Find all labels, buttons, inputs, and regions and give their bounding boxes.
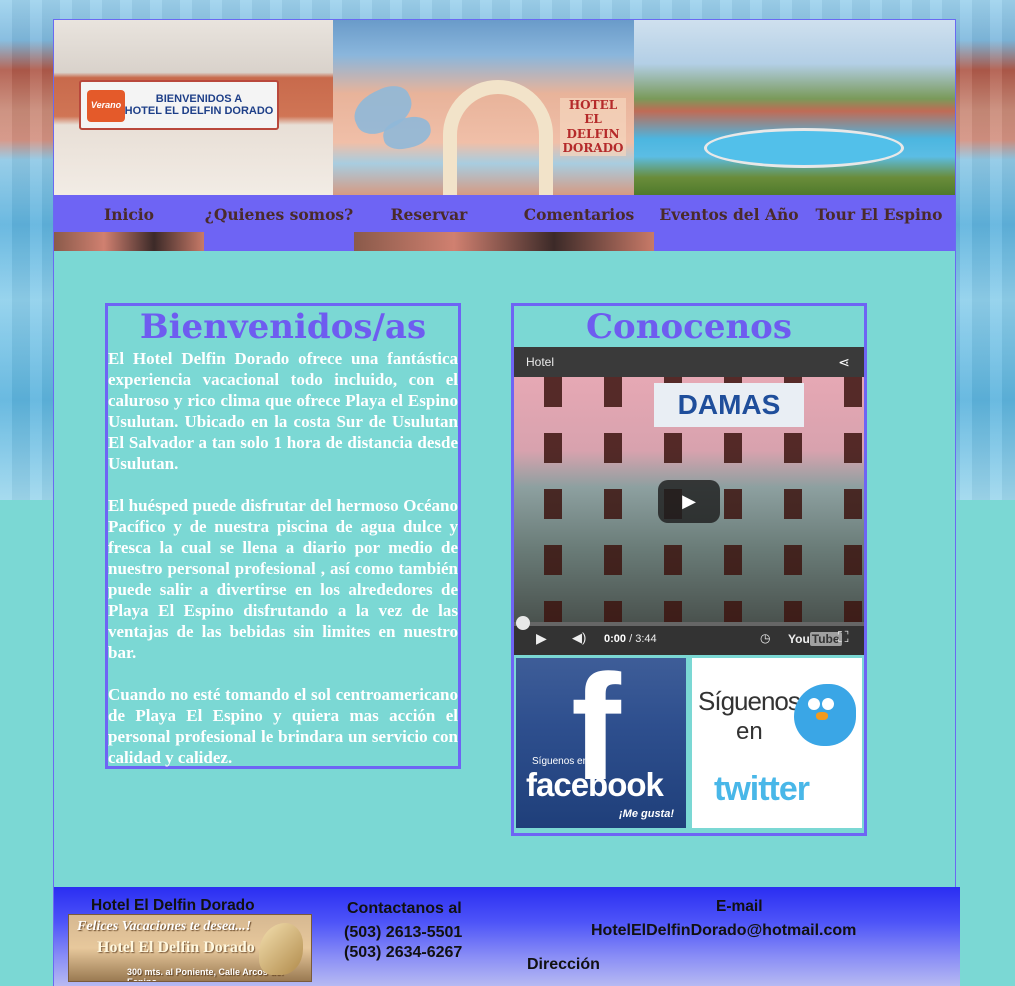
nav-item-eventos[interactable]: Eventos del Año [654,205,804,225]
hotel-entrance-photo: Verano BIENVENIDOS A HOTEL EL DELFIN DOR… [54,20,333,195]
facebook-like-text: ¡Me gusta! [619,808,674,820]
nav-item-inicio[interactable]: Inicio [54,205,204,225]
dolphin-icon [259,923,303,975]
welcome-title: Bienvenidos/as [139,307,427,347]
time-total: / 3:44 [629,633,657,645]
sign-line-2: HOTEL EL DELFIN DORADO [124,105,274,117]
gate-sign: HOTEL EL DELFIN DORADO [560,98,626,156]
video-title[interactable]: Hotel [526,355,554,369]
play-icon[interactable]: ▶ [536,630,547,647]
youtube-you: You [788,632,810,646]
nav-photo-strip [354,232,654,251]
nav-item-quienes-somos[interactable]: ¿Quienes somos? [204,205,354,225]
youtube-logo[interactable]: You Tube [788,632,842,646]
video-controls: ▶ ◀) 0:00 / 3:44 ◷ You Tube ⛶ [514,616,864,655]
progress-knob[interactable] [516,616,530,630]
sign-line-1: BIENVENIDOS A [155,92,243,105]
pool-photo [634,20,955,195]
twitter-en-text: en [736,718,763,745]
progress-bar[interactable] [514,616,864,630]
contact-label: Contactanos al [347,900,462,917]
time-current: 0:00 [604,633,627,645]
footer-sign-name: Hotel El Delfin Dorado [97,939,255,956]
video-player[interactable]: Hotel ⋖ DAMAS ▶ ▶ ◀) 0:00 / 3:44 ◷ You T… [514,347,864,655]
phone-number: (503) 2613-5501 [344,924,463,941]
nav-item-reservar[interactable]: Reservar [354,205,504,225]
welcome-paragraph: El Hotel Delfin Dorado ofrece una fantás… [108,349,458,473]
twitter-follow-text: Síguenos [698,686,801,716]
facebook-wordmark: facebook [526,766,664,803]
video-title-bar: Hotel ⋖ [514,347,864,377]
address-label: Dirección [527,956,600,973]
main-content: Bienvenidos/as El Hotel Delfin Dorado of… [54,251,955,887]
footer-hotel-name: Hotel El Delfin Dorado [91,897,255,914]
volume-icon[interactable]: ◀) [572,630,586,646]
nav-item-comentarios[interactable]: Comentarios [504,205,654,225]
welcome-sign: Verano BIENVENIDOS A HOTEL EL DELFIN DOR… [79,80,279,130]
header-banner: Verano BIENVENIDOS A HOTEL EL DELFIN DOR… [54,20,955,195]
welcome-paragraph: Cuando no esté tomando el sol centroamer… [108,685,458,767]
footer: Hotel El Delfin Dorado Felices Vacacione… [54,887,960,986]
twitter-bird-icon [794,684,856,746]
play-icon: ▶ [682,490,696,512]
fullscreen-icon[interactable]: ⛶ [838,629,849,646]
welcome-paragraph: El huésped puede disfrutar del hermoso O… [108,496,458,662]
share-icon[interactable]: ⋖ [836,354,852,370]
sign-logo: Verano [87,90,125,122]
main-nav: Inicio ¿Quienes somos? Reservar Comentar… [54,195,955,251]
nav-photo-strip [54,232,204,251]
video-time: 0:00 / 3:44 [604,633,657,645]
play-button[interactable]: ▶ [658,480,720,523]
facebook-link[interactable]: f Síguenos en facebook ¡Me gusta! [516,658,686,828]
phone-number: (503) 2634-6267 [344,944,463,961]
welcome-panel: Bienvenidos/as El Hotel Delfin Dorado of… [105,303,461,769]
email-label: E-mail [716,898,763,915]
twitter-link[interactable]: Síguenos en twitter [692,658,862,828]
gate-arch [443,80,553,195]
youtube-tube: Tube [809,632,842,646]
about-title: Conocenos [585,307,792,347]
watch-later-icon[interactable]: ◷ [760,631,770,645]
pool [704,128,904,168]
hotel-gate-photo: HOTEL EL DELFIN DORADO [333,20,634,195]
twitter-wordmark: twitter [714,770,810,808]
page-container: Verano BIENVENIDOS A HOTEL EL DELFIN DOR… [53,19,960,986]
footer-sign-greeting: Felices Vacaciones te desea...! [77,919,252,934]
nav-item-tour[interactable]: Tour El Espino [804,205,954,225]
footer-sign-image: Felices Vacaciones te desea...! Hotel El… [68,914,312,982]
video-sign: DAMAS [654,383,804,427]
email-address: HotelElDelfinDorado@hotmail.com [591,922,857,939]
about-panel: Conocenos Hotel ⋖ DAMAS ▶ ▶ ◀) 0:00 / 3:… [511,303,867,836]
